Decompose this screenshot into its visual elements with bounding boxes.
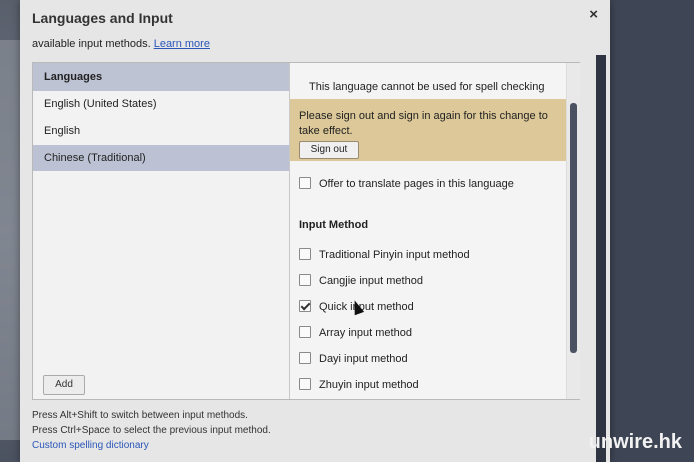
notice-text: Please sign out and sign in again for th…: [299, 110, 548, 137]
watermark-logo: unwire.hk: [588, 431, 682, 453]
shortcut-hint-1: Press Alt+Shift to switch between input …: [32, 410, 248, 421]
language-item-english-us[interactable]: English (United States): [33, 91, 289, 117]
dialog-title: Languages and Input: [32, 10, 173, 26]
language-list-header: Languages: [33, 63, 289, 91]
language-item-label: English (United States): [44, 98, 157, 110]
offer-translate-option[interactable]: Offer to translate pages in this languag…: [299, 177, 514, 190]
languages-dialog: Languages and Input × available input me…: [20, 0, 610, 462]
input-method-checkbox[interactable]: [299, 248, 311, 260]
language-settings: This language cannot be used for spell c…: [290, 63, 566, 399]
spellcheck-message: This language cannot be used for spell c…: [309, 81, 545, 93]
sign-out-button[interactable]: Sign out: [299, 141, 359, 159]
input-method-heading: Input Method: [299, 219, 369, 231]
input-method-label: Zhuyin input method: [319, 379, 419, 391]
input-method-item[interactable]: Dayi input method: [299, 352, 408, 365]
shortcut-hint-2: Press Ctrl+Space to select the previous …: [32, 425, 271, 436]
background-strip: [0, 40, 22, 440]
settings-scrollbar[interactable]: [566, 63, 580, 399]
language-list: Languages English (United States) Englis…: [33, 63, 290, 399]
language-item-label: English: [44, 125, 81, 137]
input-method-checkbox[interactable]: [299, 326, 311, 338]
custom-dictionary-link[interactable]: Custom spelling dictionary: [32, 440, 149, 451]
scrollbar-thumb[interactable]: [570, 103, 577, 353]
input-method-checkbox[interactable]: [299, 274, 311, 286]
input-method-label: Traditional Pinyin input method: [319, 249, 470, 261]
language-header-label: Languages: [44, 71, 103, 83]
learn-more-link[interactable]: Learn more: [154, 38, 210, 50]
close-icon[interactable]: ×: [589, 6, 598, 23]
add-language-button[interactable]: Add: [43, 375, 85, 395]
input-method-label: Array input method: [319, 327, 412, 339]
languages-panel: Languages English (United States) Englis…: [32, 62, 580, 400]
input-method-item[interactable]: Zhuyin input method: [299, 378, 419, 391]
input-method-label: Quick input method: [319, 301, 414, 313]
input-method-label: Cangjie input method: [319, 275, 423, 287]
language-item-label: Chinese (Traditional): [44, 152, 146, 164]
language-item-chinese-traditional[interactable]: Chinese (Traditional): [33, 145, 289, 171]
offer-translate-label: Offer to translate pages in this languag…: [319, 178, 514, 190]
input-method-checkbox[interactable]: [299, 300, 311, 312]
language-item-english[interactable]: English: [33, 118, 289, 144]
input-method-label: Dayi input method: [319, 353, 408, 365]
signout-notice: Please sign out and sign in again for th…: [290, 99, 566, 161]
subtitle-text: available input methods.: [32, 38, 151, 50]
background-right: [610, 0, 694, 462]
offer-translate-checkbox[interactable]: [299, 177, 311, 189]
input-method-item[interactable]: Traditional Pinyin input method: [299, 248, 470, 261]
dialog-subtitle: available input methods. Learn more: [32, 38, 210, 50]
input-method-checkbox[interactable]: [299, 378, 311, 390]
dialog-scrollbar[interactable]: [596, 55, 606, 462]
input-method-item[interactable]: Array input method: [299, 326, 412, 339]
input-method-checkbox[interactable]: [299, 352, 311, 364]
input-method-item[interactable]: Cangjie input method: [299, 274, 423, 287]
